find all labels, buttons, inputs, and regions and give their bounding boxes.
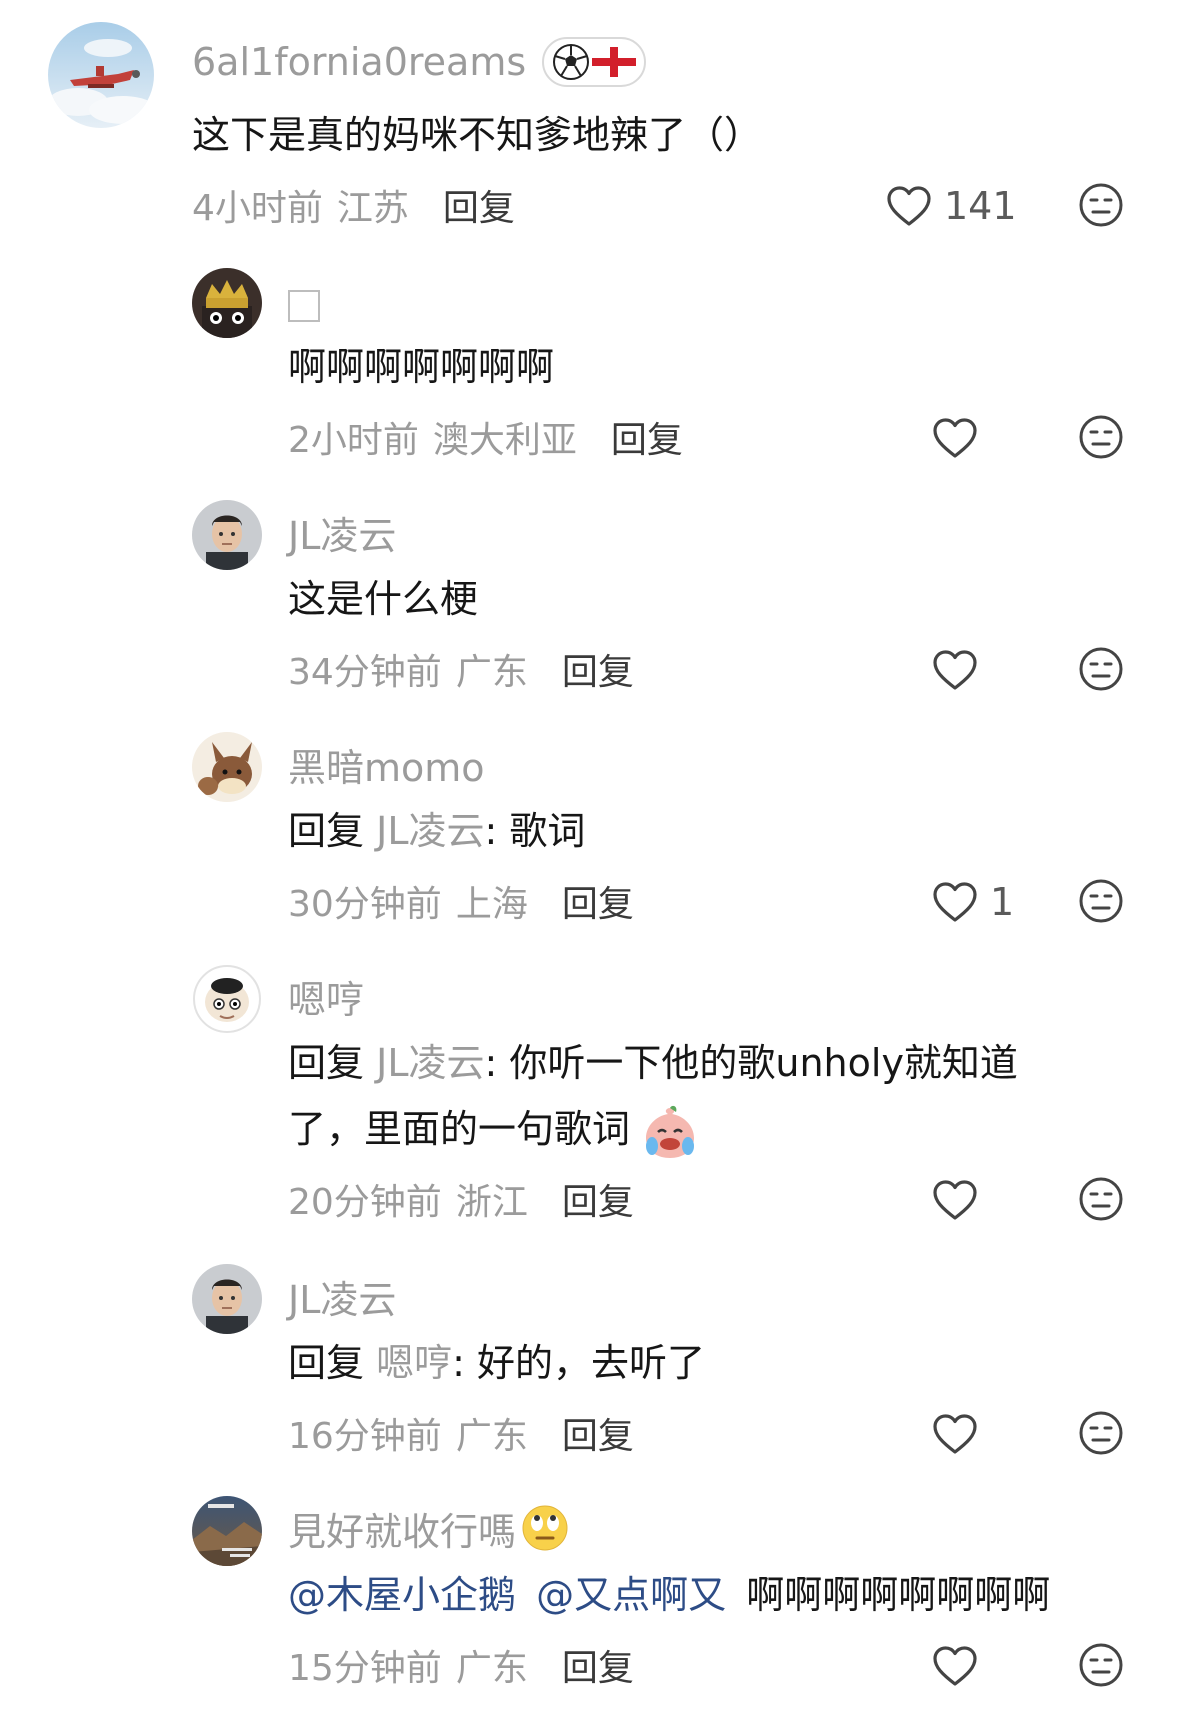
neutral-face-icon bbox=[1079, 879, 1123, 923]
comment-text: @木屋小企鹅 @又点啊又 啊啊啊啊啊啊啊啊 bbox=[288, 1562, 1050, 1628]
comment-text: 回复 JL凌云: 歌词 bbox=[288, 798, 585, 864]
reply-target-username[interactable]: 嗯哼 bbox=[376, 1341, 452, 1385]
dislike-button[interactable] bbox=[1078, 1176, 1124, 1226]
dislike-button[interactable] bbox=[1078, 1410, 1124, 1460]
time-label: 34分钟前 bbox=[288, 652, 442, 693]
soccer-ball-icon bbox=[553, 44, 590, 80]
like-button[interactable] bbox=[932, 646, 990, 694]
reply-prefix: 回复 bbox=[288, 1341, 365, 1385]
like-button[interactable] bbox=[932, 414, 990, 462]
comment-meta: 15分钟前 广东 回复 bbox=[288, 1640, 634, 1690]
mention-link[interactable]: @又点啊又 bbox=[536, 1573, 726, 1617]
location-label: 浙江 bbox=[455, 1182, 528, 1223]
dislike-button[interactable] bbox=[1078, 1642, 1124, 1692]
heart-icon bbox=[933, 882, 977, 922]
username[interactable]: 黑暗momo bbox=[288, 738, 485, 790]
like-count: 1 bbox=[990, 880, 1015, 924]
neutral-face-icon bbox=[1079, 1643, 1123, 1687]
comment-meta: 34分钟前 广东 回复 bbox=[288, 644, 634, 694]
avatar[interactable] bbox=[192, 268, 262, 338]
eye-roll-emoji-icon bbox=[522, 1505, 568, 1551]
like-button[interactable] bbox=[932, 1642, 990, 1690]
comment-text: 这是什么梗 bbox=[288, 577, 479, 621]
comment-meta: 4小时前 江苏 回复 bbox=[192, 180, 515, 230]
time-label: 15分钟前 bbox=[288, 1648, 442, 1689]
reply-button[interactable]: 回复 bbox=[443, 179, 515, 231]
reply-button[interactable]: 回复 bbox=[611, 411, 683, 463]
heart-icon bbox=[933, 1414, 977, 1454]
username[interactable]: 嗯哼 bbox=[288, 970, 364, 1022]
like-button[interactable]: 141 bbox=[886, 182, 1017, 230]
england-flag-icon bbox=[592, 47, 637, 77]
comment-body: : 你听一下他的歌unholy就知道 bbox=[484, 1041, 1018, 1085]
dislike-button[interactable] bbox=[1078, 414, 1124, 464]
reply-prefix: 回复 bbox=[288, 1041, 365, 1085]
avatar[interactable] bbox=[192, 732, 262, 802]
location-label: 上海 bbox=[455, 884, 528, 925]
reply-target-username[interactable]: JL凌云 bbox=[376, 809, 484, 853]
heart-icon bbox=[933, 1646, 977, 1686]
avatar[interactable] bbox=[192, 500, 262, 570]
username[interactable]: JL凌云 bbox=[288, 1270, 396, 1322]
avatar[interactable] bbox=[192, 1264, 262, 1334]
location-label: 广东 bbox=[455, 1416, 528, 1457]
heart-icon bbox=[887, 186, 931, 226]
location-label: 江苏 bbox=[336, 188, 409, 229]
like-count: 141 bbox=[944, 184, 1017, 228]
comment-body-2: 了，里面的一句歌词 bbox=[288, 1107, 631, 1151]
comment-body: : 好的，去听了 bbox=[452, 1341, 706, 1385]
heart-icon bbox=[933, 418, 977, 458]
comment-meta: 16分钟前 广东 回复 bbox=[288, 1408, 634, 1458]
like-button[interactable] bbox=[932, 1410, 990, 1458]
reply-button[interactable]: 回复 bbox=[562, 1173, 634, 1225]
time-label: 2小时前 bbox=[288, 420, 419, 461]
neutral-face-icon bbox=[1079, 1177, 1123, 1221]
comment-text-line-2: 了，里面的一句歌词 bbox=[288, 1096, 698, 1162]
time-label: 20分钟前 bbox=[288, 1182, 442, 1223]
username[interactable]: 6al1fornia0reams bbox=[192, 37, 647, 87]
username[interactable] bbox=[288, 282, 336, 330]
comment-meta: 30分钟前 上海 回复 bbox=[288, 876, 634, 926]
mention-link[interactable]: @木屋小企鹅 bbox=[288, 1573, 516, 1617]
comment-body: 啊啊啊啊啊啊啊啊 bbox=[746, 1573, 1051, 1617]
reply-target-username[interactable]: JL凌云 bbox=[376, 1041, 484, 1085]
avatar[interactable] bbox=[192, 1496, 262, 1566]
location-label: 广东 bbox=[455, 1648, 528, 1689]
time-label: 16分钟前 bbox=[288, 1416, 442, 1457]
like-button[interactable]: 1 bbox=[932, 878, 1014, 926]
reply-button[interactable]: 回复 bbox=[562, 1639, 634, 1691]
crying-emoji-icon bbox=[646, 1105, 695, 1158]
comment-meta: 2小时前 澳大利亚 回复 bbox=[288, 412, 683, 462]
comment-meta: 20分钟前 浙江 回复 bbox=[288, 1174, 634, 1224]
username[interactable]: JL凌云 bbox=[288, 506, 396, 558]
dislike-button[interactable] bbox=[1078, 182, 1124, 232]
badge-group bbox=[542, 37, 647, 87]
like-button[interactable] bbox=[932, 1176, 990, 1224]
neutral-face-icon bbox=[1079, 415, 1123, 459]
username[interactable]: 見好就收行嗎 bbox=[288, 1502, 570, 1554]
comment-text: 啊啊啊啊啊啊啊 bbox=[288, 345, 555, 389]
avatar[interactable] bbox=[48, 22, 154, 128]
comment-text: 回复 JL凌云: 你听一下他的歌unholy就知道 bbox=[288, 1030, 1018, 1096]
reply-button[interactable]: 回复 bbox=[562, 643, 634, 695]
comment-text: 回复 嗯哼: 好的，去听了 bbox=[288, 1330, 705, 1396]
time-label: 30分钟前 bbox=[288, 884, 442, 925]
avatar[interactable] bbox=[192, 964, 262, 1034]
reply-prefix: 回复 bbox=[288, 809, 365, 853]
neutral-face-icon bbox=[1079, 647, 1123, 691]
placeholder-glyph-icon bbox=[288, 290, 320, 322]
reply-button[interactable]: 回复 bbox=[562, 1407, 634, 1459]
comment-text: 这下是真的妈咪不知爹地辣了（） bbox=[192, 113, 763, 157]
heart-icon bbox=[933, 1180, 977, 1220]
heart-icon bbox=[933, 650, 977, 690]
comment-body: : 歌词 bbox=[484, 809, 586, 853]
neutral-face-icon bbox=[1079, 1411, 1123, 1455]
neutral-face-icon bbox=[1079, 183, 1123, 227]
location-label: 澳大利亚 bbox=[432, 420, 577, 461]
reply-button[interactable]: 回复 bbox=[562, 875, 634, 927]
location-label: 广东 bbox=[455, 652, 528, 693]
time-label: 4小时前 bbox=[192, 188, 323, 229]
dislike-button[interactable] bbox=[1078, 646, 1124, 696]
dislike-button[interactable] bbox=[1078, 878, 1124, 928]
